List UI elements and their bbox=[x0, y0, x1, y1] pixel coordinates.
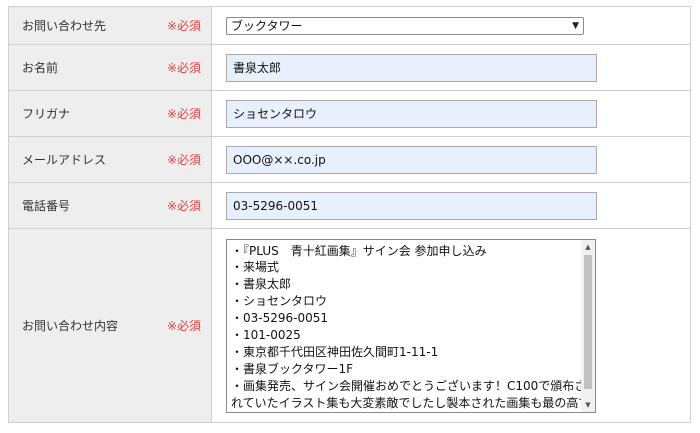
input-cell: 書泉太郎 bbox=[212, 45, 690, 90]
row-furigana: フリガナ ※必須 ショセンタロウ bbox=[9, 91, 690, 137]
required-mark: ※必須 bbox=[167, 319, 202, 333]
inquiry-content-textarea[interactable]: ・『PLUS 青十紅画集』サイン会 参加申し込み ・来場式 ・書泉太郎 ・ショセ… bbox=[226, 238, 596, 413]
textarea-line: ・来場式 bbox=[231, 260, 280, 275]
vertical-scrollbar[interactable]: ▲ ▼ bbox=[581, 239, 595, 412]
input-cell: ・『PLUS 青十紅画集』サイン会 参加申し込み ・来場式 ・書泉太郎 ・ショセ… bbox=[212, 229, 690, 422]
input-cell: ショセンタロウ bbox=[212, 91, 690, 136]
select-value: ブックタワー bbox=[231, 19, 303, 33]
name-field[interactable]: 書泉太郎 bbox=[226, 53, 597, 82]
textarea-line: ・ショセンタロウ bbox=[231, 294, 328, 309]
row-inquiry-target: お問い合わせ先 ※必須 ブックタワー ▼ bbox=[9, 7, 690, 45]
input-cell: ブックタワー ▼ bbox=[212, 7, 690, 44]
required-mark: ※必須 bbox=[167, 19, 202, 33]
name-label: お名前 bbox=[22, 61, 59, 75]
input-cell: 03-5296-0051 bbox=[212, 183, 690, 228]
required-mark: ※必須 bbox=[167, 153, 202, 167]
textarea-line: ・書泉太郎 bbox=[231, 277, 292, 292]
inquiry-target-label: お問い合わせ先 bbox=[22, 19, 107, 33]
textarea-line: ・101-0025 bbox=[231, 328, 301, 343]
inquiry-content-label: お問い合わせ内容 bbox=[22, 319, 119, 333]
textarea-line: れていたイラスト集も大変素敵でしたし製本された画集も最の高で bbox=[231, 395, 591, 410]
chevron-down-icon: ▼ bbox=[572, 20, 579, 31]
label-cell: 電話番号 ※必須 bbox=[9, 183, 212, 228]
row-email: メールアドレス ※必須 OOO@××.co.jp bbox=[9, 137, 690, 183]
row-name: お名前 ※必須 書泉太郎 bbox=[9, 45, 690, 91]
scrollbar-thumb[interactable] bbox=[584, 254, 592, 389]
scroll-down-arrow-icon[interactable]: ▼ bbox=[581, 398, 595, 412]
textarea-line: ・東京都千代田区神田佐久間町1-11-1 bbox=[231, 344, 439, 359]
label-cell: お問い合わせ内容 ※必須 bbox=[9, 229, 212, 422]
phone-label: 電話番号 bbox=[22, 199, 71, 213]
phone-field[interactable]: 03-5296-0051 bbox=[226, 191, 597, 220]
label-cell: メールアドレス ※必須 bbox=[9, 137, 212, 182]
row-phone: 電話番号 ※必須 03-5296-0051 bbox=[9, 183, 690, 229]
label-cell: お問い合わせ先 ※必須 bbox=[9, 7, 212, 44]
input-cell: OOO@××.co.jp bbox=[212, 137, 690, 182]
furigana-label: フリガナ bbox=[22, 107, 71, 121]
textarea-line: ・03-5296-0051 bbox=[231, 311, 329, 326]
inquiry-target-select[interactable]: ブックタワー ▼ bbox=[226, 16, 584, 35]
scroll-up-arrow-icon[interactable]: ▲ bbox=[581, 240, 595, 254]
required-mark: ※必須 bbox=[167, 61, 202, 75]
email-field[interactable]: OOO@××.co.jp bbox=[226, 145, 597, 174]
required-mark: ※必須 bbox=[167, 107, 202, 121]
row-inquiry-content: お問い合わせ内容 ※必須 ・『PLUS 青十紅画集』サイン会 参加申し込み ・来… bbox=[9, 229, 690, 423]
label-cell: お名前 ※必須 bbox=[9, 45, 212, 90]
label-cell: フリガナ ※必須 bbox=[9, 91, 212, 136]
textarea-line: ・画集発売、サイン会開催おめでとうございます！C100で頒布さ bbox=[231, 378, 587, 393]
textarea-line: ・書泉ブックタワー1F bbox=[231, 361, 354, 376]
furigana-field[interactable]: ショセンタロウ bbox=[226, 99, 597, 128]
email-label: メールアドレス bbox=[22, 153, 107, 167]
textarea-text: ・『PLUS 青十紅画集』サイン会 参加申し込み ・来場式 ・書泉太郎 ・ショセ… bbox=[231, 243, 591, 412]
contact-form: お問い合わせ先 ※必須 ブックタワー ▼ お名前 ※必須 書泉太郎 フリガナ ※… bbox=[8, 6, 691, 423]
textarea-line: ・『PLUS 青十紅画集』サイン会 参加申し込み bbox=[231, 243, 487, 258]
required-mark: ※必須 bbox=[167, 199, 202, 213]
